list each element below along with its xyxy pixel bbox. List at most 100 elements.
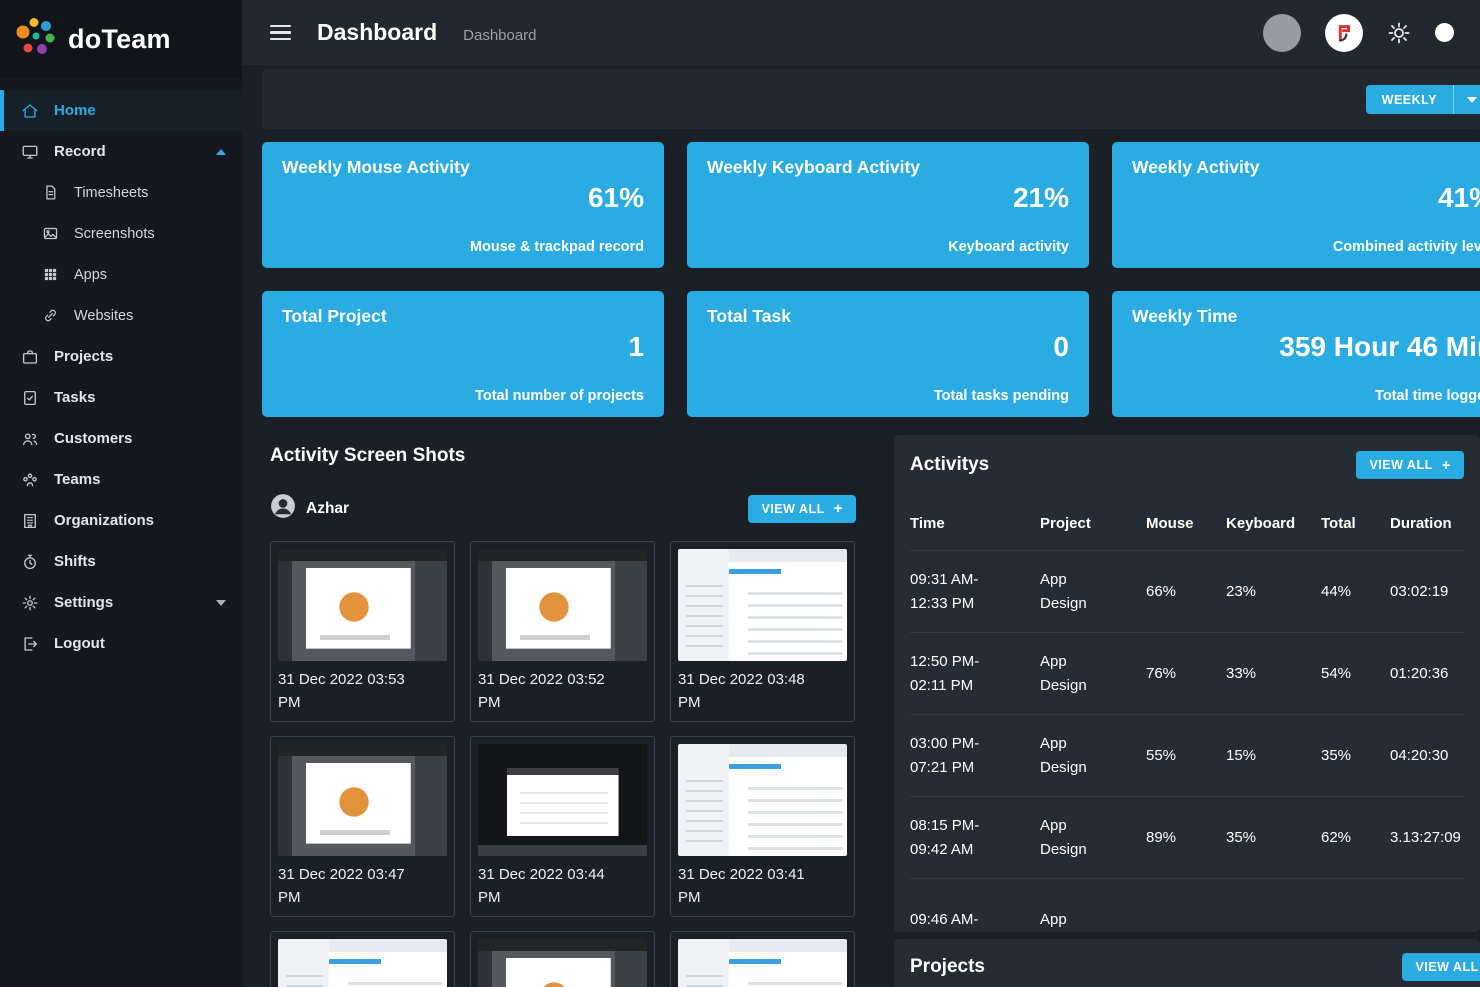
stat-value: 0 — [707, 331, 1069, 363]
sidebar-item-logout[interactable]: Logout — [0, 623, 242, 664]
menu-icon[interactable] — [268, 21, 293, 44]
screenshot-card[interactable] — [270, 931, 455, 987]
screenshot-thumbnail — [278, 939, 447, 987]
tasks-icon — [20, 389, 40, 407]
shifts-icon — [20, 553, 40, 571]
screenshot-card[interactable]: 31 Dec 2022 03:44 PM — [470, 736, 655, 917]
sidebar-item-organizations[interactable]: Organizations — [0, 500, 242, 541]
app-window: doTeam Home Record — [0, 0, 1480, 987]
column-header-time: Time — [910, 515, 1040, 532]
timesheets-icon — [40, 184, 60, 201]
sidebar-item-record[interactable]: Record — [0, 131, 242, 172]
projects-view-all-button[interactable]: VIEW ALL + — [1402, 953, 1480, 981]
app-logo[interactable]: doTeam — [0, 0, 242, 78]
sidebar-item-settings[interactable]: Settings — [0, 582, 242, 623]
stat-title: Total Project — [282, 306, 644, 327]
table-row[interactable]: 09:31 AM-12:33 PM App Design 66% 23% 44%… — [910, 550, 1464, 632]
screenshot-timestamp: 31 Dec 2022 03:53 PM — [278, 669, 418, 714]
table-row[interactable]: 08:15 PM-09:42 AM App Design 89% 35% 62%… — [910, 796, 1464, 878]
screenshots-view-all-button[interactable]: VIEW ALL + — [748, 495, 856, 523]
stat-subtitle: Total number of projects — [282, 388, 644, 404]
record-icon — [20, 143, 40, 161]
cell-keyboard: 23% — [1220, 580, 1315, 604]
cell-project: App Design — [1040, 814, 1090, 862]
panel-title: Activitys — [910, 454, 989, 476]
cell-keyboard: 35% — [1220, 826, 1315, 850]
filter-bar: WEEKLY — [262, 69, 1480, 129]
stat-subtitle: Mouse & trackpad record — [282, 239, 644, 255]
screenshots-user-row: Azhar VIEW ALL + — [270, 493, 874, 524]
screenshot-thumbnail — [678, 939, 847, 987]
screenshot-timestamp: 31 Dec 2022 03:47 PM — [278, 864, 418, 909]
chevron-up-icon — [216, 149, 226, 155]
sidebar-item-screenshots[interactable]: Screenshots — [0, 213, 242, 254]
sidebar-item-label: Shifts — [54, 553, 96, 570]
screenshot-card[interactable]: 31 Dec 2022 03:52 PM — [470, 541, 655, 722]
cell-duration: 01:20:36 — [1390, 662, 1464, 686]
sidebar-item-home[interactable]: Home — [0, 90, 242, 131]
cell-mouse: 55% — [1140, 744, 1220, 768]
sidebar-item-tasks[interactable]: Tasks — [0, 377, 242, 418]
dashboard-content: WEEKLY Weekly Mouse Activity 61% Mouse &… — [242, 69, 1480, 987]
column-header-total: Total — [1315, 515, 1390, 532]
company-logo-icon[interactable] — [1325, 14, 1363, 52]
sidebar-item-label: Teams — [54, 471, 100, 488]
screenshot-timestamp: 31 Dec 2022 03:44 PM — [478, 864, 618, 909]
main-area: Dashboard Dashboard WEEKLY — [242, 0, 1480, 987]
sidebar-item-label: Settings — [54, 594, 113, 611]
settings-icon — [20, 594, 40, 612]
sidebar-item-label: Organizations — [54, 512, 154, 529]
stat-title: Total Task — [707, 306, 1069, 327]
period-label: WEEKLY — [1366, 85, 1454, 114]
screenshot-card[interactable]: 31 Dec 2022 03:48 PM — [670, 541, 855, 722]
status-dot[interactable] — [1435, 23, 1454, 42]
cell-mouse: 66% — [1140, 580, 1220, 604]
sidebar-item-label: Customers — [54, 430, 132, 447]
chevron-down-icon[interactable] — [1454, 85, 1480, 114]
user-avatar[interactable] — [1263, 14, 1301, 52]
table-row[interactable]: 09:46 AM- App — [910, 878, 1464, 932]
sidebar-item-customers[interactable]: Customers — [0, 418, 242, 459]
stat-title: Weekly Mouse Activity — [282, 157, 644, 178]
stat-value: 21% — [707, 182, 1069, 214]
cell-project: App Design — [1040, 568, 1090, 616]
screenshot-card[interactable]: 31 Dec 2022 03:53 PM — [270, 541, 455, 722]
screenshot-card[interactable]: 31 Dec 2022 03:47 PM — [270, 736, 455, 917]
cell-keyboard: 33% — [1220, 662, 1315, 686]
column-header-project: Project — [1040, 515, 1140, 532]
screenshot-card[interactable] — [470, 931, 655, 987]
activities-view-all-button[interactable]: VIEW ALL + — [1356, 451, 1464, 479]
column-header-keyboard: Keyboard — [1220, 515, 1315, 532]
screenshot-card[interactable]: 31 Dec 2022 03:41 PM — [670, 736, 855, 917]
table-row[interactable]: 03:00 PM-07:21 PM App Design 55% 15% 35%… — [910, 714, 1464, 796]
cell-project: App Design — [1040, 650, 1090, 698]
activities-panel: Activitys VIEW ALL + Time Project Mouse … — [894, 435, 1480, 932]
stat-title: Weekly Time — [1132, 306, 1480, 327]
table-row[interactable]: 12:50 PM-02:11 PM App Design 76% 33% 54%… — [910, 632, 1464, 714]
activities-header: Activitys VIEW ALL + — [910, 449, 1464, 479]
period-select-button[interactable]: WEEKLY — [1366, 85, 1480, 114]
screenshots-icon — [40, 225, 60, 242]
sidebar-item-teams[interactable]: Teams — [0, 459, 242, 500]
cell-total: 44% — [1315, 580, 1390, 604]
activities-table-header: Time Project Mouse Keyboard Total Durati… — [910, 515, 1464, 550]
right-column: Activitys VIEW ALL + Time Project Mouse … — [894, 435, 1480, 987]
sidebar-item-websites[interactable]: Websites — [0, 295, 242, 336]
sidebar: doTeam Home Record — [0, 0, 242, 987]
column-header-mouse: Mouse — [1140, 515, 1220, 532]
theme-toggle-sun-icon[interactable] — [1387, 21, 1411, 45]
screenshot-card[interactable] — [670, 931, 855, 987]
activity-screenshots-section: Activity Screen Shots Azhar VIEW ALL + — [262, 435, 874, 987]
cell-duration: 03:02:19 — [1390, 580, 1464, 604]
stat-title: Weekly Activity — [1132, 157, 1480, 178]
cell-total: 62% — [1315, 826, 1390, 850]
screenshot-thumbnail — [478, 939, 647, 987]
screenshot-thumbnail — [278, 549, 447, 661]
sidebar-item-apps[interactable]: Apps — [0, 254, 242, 295]
cell-mouse: 76% — [1140, 662, 1220, 686]
sidebar-item-projects[interactable]: Projects — [0, 336, 242, 377]
sidebar-item-shifts[interactable]: Shifts — [0, 541, 242, 582]
cell-total: 35% — [1315, 744, 1390, 768]
lower-section: Activity Screen Shots Azhar VIEW ALL + — [262, 435, 1480, 987]
sidebar-item-timesheets[interactable]: Timesheets — [0, 172, 242, 213]
